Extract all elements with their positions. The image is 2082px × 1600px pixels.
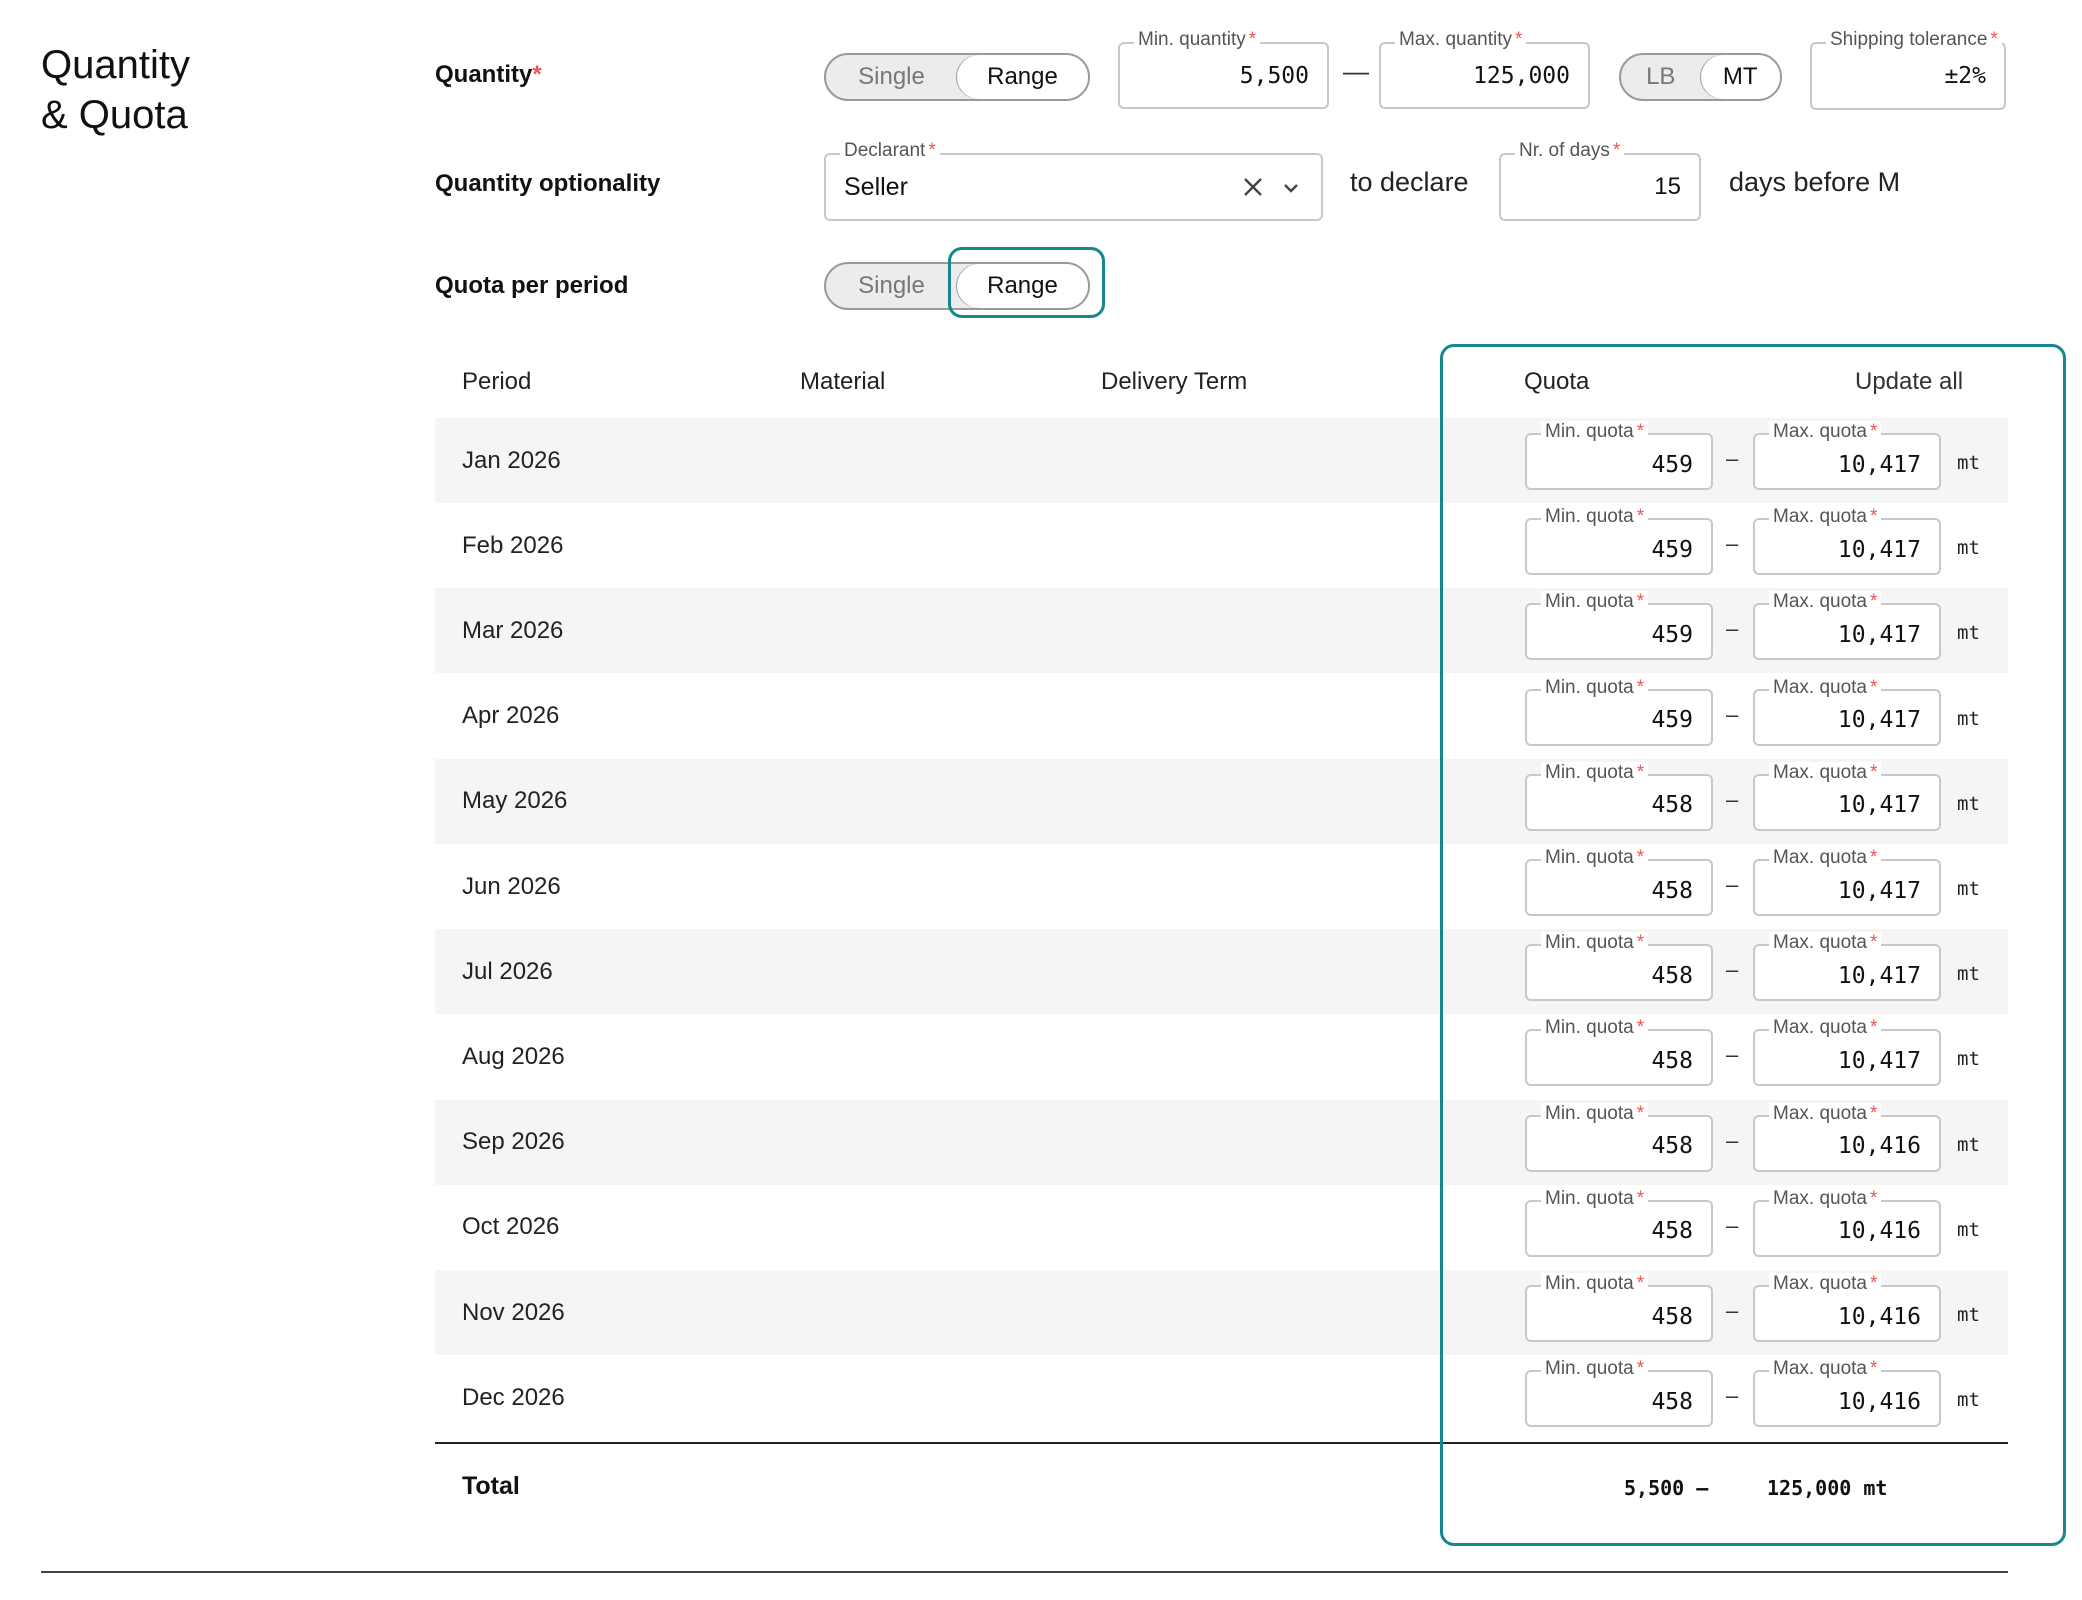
unit-option-lb[interactable]: LB <box>1621 55 1701 99</box>
quota-mode-single[interactable]: Single <box>826 264 957 308</box>
max-quantity-value[interactable]: 125,000 <box>1473 44 1570 107</box>
to-declare-text: to declare <box>1350 167 1469 197</box>
section-title-line2: & Quota <box>41 93 188 137</box>
clear-icon[interactable] <box>1241 175 1265 199</box>
required-mark: * <box>532 61 542 88</box>
period-cell: Aug 2026 <box>462 1042 565 1070</box>
period-cell: Feb 2026 <box>462 531 564 559</box>
min-quantity-field[interactable]: Min. quantity * 5,500 <box>1118 28 1329 109</box>
period-cell: Dec 2026 <box>462 1383 565 1411</box>
column-header-period: Period <box>462 368 532 395</box>
chevron-down-icon[interactable] <box>1281 178 1301 198</box>
period-cell: Mar 2026 <box>462 616 564 644</box>
nr-days-value[interactable]: 15 <box>1654 155 1681 219</box>
period-cell: Jan 2026 <box>462 446 561 474</box>
days-before-text: days before M <box>1729 167 1901 197</box>
section-divider <box>41 1571 2008 1573</box>
quantity-mode-toggle[interactable]: Single Range <box>824 53 1090 101</box>
quota-per-period-label: Quota per period <box>435 272 629 299</box>
total-label: Total <box>462 1472 520 1500</box>
quota-range-highlight <box>948 247 1105 318</box>
period-cell: May 2026 <box>462 787 568 815</box>
nr-days-label: Nr. of days * <box>1515 139 1625 163</box>
quota-column-highlight <box>1440 344 2066 1546</box>
nr-days-field[interactable]: Nr. of days * 15 <box>1499 139 1701 221</box>
period-cell: Sep 2026 <box>462 1128 565 1156</box>
column-header-material: Material <box>800 368 886 395</box>
period-cell: Apr 2026 <box>462 702 560 730</box>
period-cell: Jul 2026 <box>462 957 553 985</box>
period-cell: Jun 2026 <box>462 872 561 900</box>
section-title: Quantity & Quota <box>41 40 190 140</box>
quantity-range-separator: — <box>1343 56 1369 86</box>
shipping-tolerance-field[interactable]: Shipping tolerance * ±2% <box>1810 28 2006 110</box>
max-quantity-field[interactable]: Max. quantity * 125,000 <box>1379 28 1590 109</box>
unit-toggle[interactable]: LB MT <box>1619 53 1782 101</box>
quantity-mode-range[interactable]: Range <box>957 55 1088 99</box>
quantity-optionality-label: Quantity optionality <box>435 170 661 197</box>
declarant-select[interactable]: Declarant * Seller <box>824 139 1323 221</box>
unit-option-mt[interactable]: MT <box>1700 55 1780 99</box>
quantity-label: Quantity* <box>435 61 542 89</box>
period-cell: Nov 2026 <box>462 1298 565 1326</box>
period-cell: Oct 2026 <box>462 1213 560 1241</box>
quantity-label-text: Quantity <box>435 61 533 88</box>
declarant-value: Seller <box>844 172 908 201</box>
min-quantity-value[interactable]: 5,500 <box>1240 44 1309 107</box>
section-title-line1: Quantity <box>41 43 190 87</box>
column-header-delivery-term: Delivery Term <box>1101 368 1248 395</box>
quantity-mode-single[interactable]: Single <box>826 55 957 99</box>
shipping-tolerance-value[interactable]: ±2% <box>1944 44 1986 108</box>
